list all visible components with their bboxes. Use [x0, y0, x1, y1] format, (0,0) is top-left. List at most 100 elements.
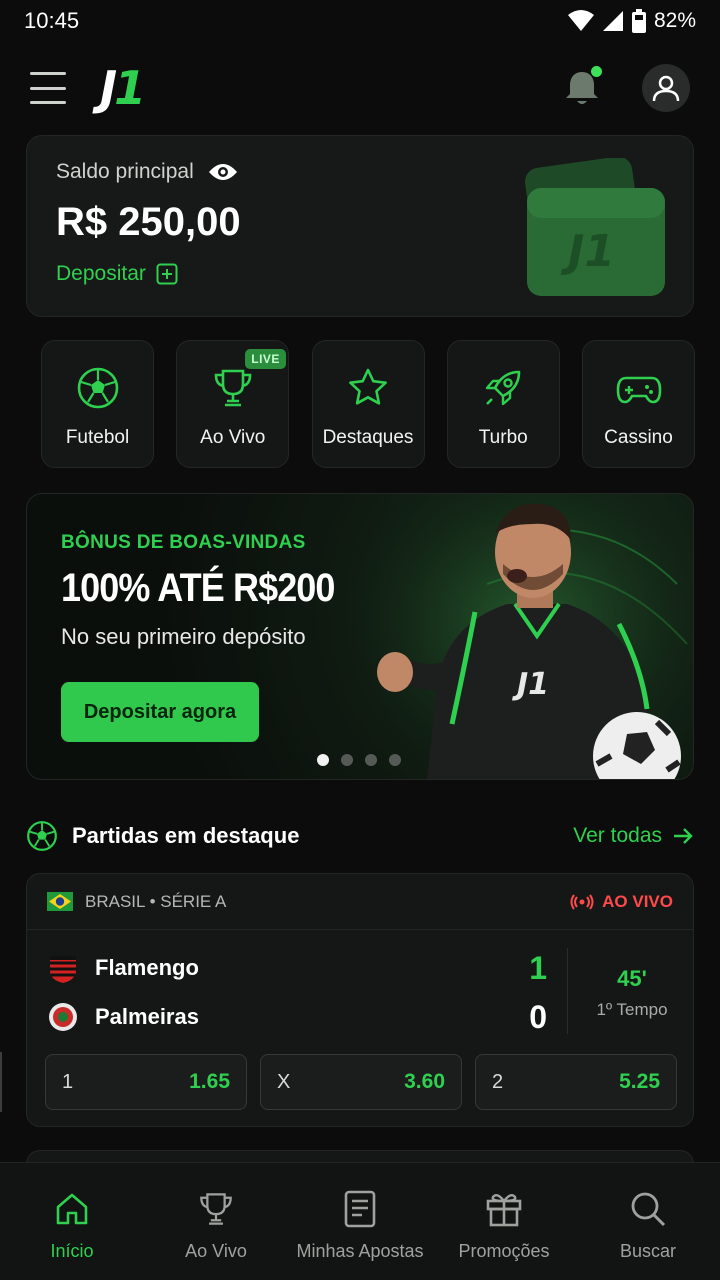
edge-handle — [0, 1052, 2, 1112]
home-score: 1 — [529, 949, 547, 986]
arrow-right-icon — [674, 828, 693, 844]
document-icon — [340, 1189, 380, 1229]
nav-label: Minhas Apostas — [296, 1241, 424, 1261]
user-icon — [652, 75, 680, 102]
odd-label: 2 — [492, 1070, 504, 1093]
odd-draw-button[interactable]: X 3.60 — [260, 1054, 462, 1110]
deposit-link[interactable]: Depositar — [56, 262, 178, 286]
category-futebol[interactable]: Futebol — [41, 340, 154, 468]
odd-value: 5.25 — [619, 1070, 660, 1093]
nav-label: Promoções — [458, 1241, 550, 1261]
live-badge: LIVE — [245, 349, 286, 369]
promo-title: 100% ATÉ R$200 — [61, 566, 335, 610]
odd-value: 3.60 — [404, 1070, 445, 1093]
eye-icon[interactable] — [208, 162, 238, 182]
nav-label: Início — [50, 1241, 94, 1261]
nav-label: Buscar — [619, 1241, 677, 1261]
section-title: Partidas em destaque — [72, 823, 300, 848]
away-score: 0 — [529, 998, 547, 1035]
menu-icon-line — [30, 86, 66, 90]
nav-inicio[interactable]: Início — [0, 1163, 144, 1280]
category-list: Futebol LIVE Ao Vivo Destaques Turbo Cas… — [41, 340, 695, 470]
category-label: Cassino — [604, 427, 673, 448]
match-minute: 45' — [617, 966, 647, 991]
category-cassino[interactable]: Cassino — [582, 340, 695, 468]
carousel-dot[interactable] — [389, 754, 401, 766]
odds-row: 1 1.65 X 3.60 2 5.25 — [45, 1054, 677, 1110]
category-label: Futebol — [65, 427, 130, 448]
balance-amount: R$ 250,00 — [56, 200, 241, 244]
logo-number: 1 — [114, 61, 146, 115]
carousel-dot[interactable] — [365, 754, 377, 766]
palmeiras-crest-icon — [49, 1003, 77, 1031]
plus-square-icon — [156, 263, 178, 285]
odd-value: 1.65 — [189, 1070, 230, 1093]
category-label: Destaques — [322, 427, 414, 448]
menu-icon-line — [30, 101, 66, 104]
category-ao-vivo[interactable]: LIVE Ao Vivo — [176, 340, 290, 468]
search-icon — [628, 1189, 668, 1229]
profile-button[interactable] — [642, 64, 690, 112]
category-turbo[interactable]: Turbo — [446, 340, 560, 468]
brazil-flag-icon — [47, 892, 73, 911]
logo-letter: J — [100, 61, 117, 115]
odd-label: X — [277, 1070, 291, 1093]
notifications-button[interactable] — [560, 66, 604, 110]
live-label: AO VIVO — [602, 891, 673, 911]
featured-section-header: Partidas em destaque Ver todas — [26, 816, 694, 856]
odd-home-button[interactable]: 1 1.65 — [45, 1054, 247, 1110]
flamengo-crest-icon — [50, 956, 76, 983]
nav-buscar[interactable]: Buscar — [576, 1163, 720, 1280]
away-team-name: Palmeiras — [95, 1004, 199, 1029]
match-card[interactable]: BRASIL • SÉRIE A AO VIVO Flamengo 1 Palm… — [26, 873, 694, 1127]
status-time: 10:45 — [24, 8, 80, 33]
category-destaques[interactable]: Destaques — [311, 340, 425, 468]
nav-promocoes[interactable]: Promoções — [432, 1163, 576, 1280]
deposit-now-button[interactable]: Depositar agora — [61, 682, 259, 742]
status-bar: 10:45 82% — [0, 0, 720, 42]
nav-minhas-apostas[interactable]: Minhas Apostas — [288, 1163, 432, 1280]
home-team-name: Flamengo — [95, 955, 199, 980]
live-indicator: AO VIVO — [570, 892, 673, 912]
gift-icon — [484, 1189, 524, 1229]
rocket-icon — [480, 365, 526, 411]
home-team-row: Flamengo 1 — [47, 948, 547, 988]
gamepad-icon — [616, 365, 662, 411]
category-label: Turbo — [478, 427, 528, 448]
balance-label: Saldo principal — [56, 160, 194, 183]
notification-dot — [591, 66, 602, 77]
player-illustration: J1 — [357, 494, 693, 779]
brand-logo[interactable]: J1 — [100, 61, 146, 115]
svg-text:J1: J1 — [560, 226, 615, 277]
trophy-icon — [210, 365, 256, 411]
carousel-dot[interactable] — [317, 754, 329, 766]
carousel-indicator — [317, 754, 401, 766]
battery-level: 82% — [653, 9, 696, 32]
nav-ao-vivo[interactable]: Ao Vivo — [144, 1163, 288, 1280]
bottom-navigation: Início Ao Vivo Minhas Apostas Promoções … — [0, 1162, 720, 1280]
home-icon — [52, 1189, 92, 1229]
promo-banner[interactable]: J1 BÔNUS DE BOAS-VINDAS 100% ATÉ R$200 N… — [26, 493, 694, 780]
soccer-ball-icon — [75, 365, 121, 411]
menu-button[interactable] — [30, 72, 66, 104]
section-title-wrap: Partidas em destaque — [26, 820, 299, 852]
promo-kicker: BÔNUS DE BOAS-VINDAS — [61, 532, 306, 553]
status-icons: 82% — [567, 9, 696, 33]
see-all-link[interactable]: Ver todas — [573, 824, 694, 848]
signal-icon — [602, 11, 623, 31]
match-header: BRASIL • SÉRIE A AO VIVO — [27, 874, 693, 930]
broadcast-icon — [570, 893, 594, 910]
menu-icon-line — [30, 72, 66, 75]
star-icon — [345, 365, 391, 411]
nav-label: Ao Vivo — [185, 1241, 247, 1261]
category-label: Ao Vivo — [200, 427, 266, 448]
soccer-ball-icon — [27, 821, 57, 851]
odd-away-button[interactable]: 2 5.25 — [475, 1054, 677, 1110]
league-info: BRASIL • SÉRIE A — [47, 892, 226, 912]
see-all-label: Ver todas — [573, 824, 662, 847]
wallet-illustration: J1 — [524, 158, 665, 296]
away-team-row: Palmeiras 0 — [47, 997, 547, 1037]
balance-label-row: Saldo principal — [56, 160, 238, 184]
carousel-dot[interactable] — [341, 754, 353, 766]
score-divider — [567, 948, 568, 1034]
